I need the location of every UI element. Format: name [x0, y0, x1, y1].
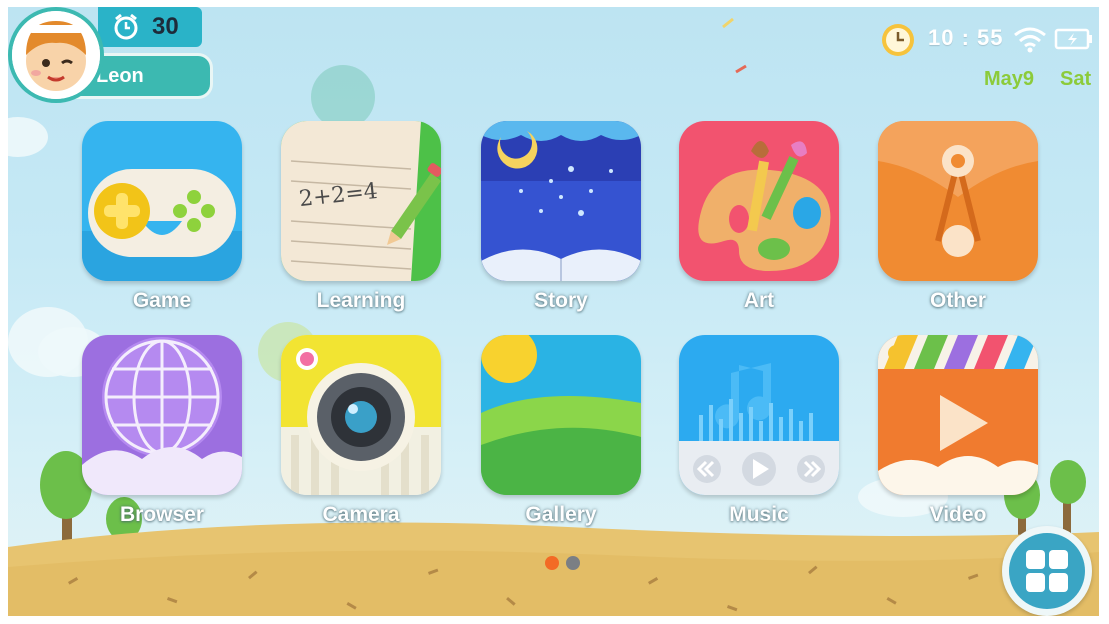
- storybook-icon: [481, 121, 641, 281]
- app-label: Story: [534, 289, 588, 312]
- app-game[interactable]: Game: [82, 121, 242, 321]
- clock-icon: [882, 24, 914, 56]
- app-label: Art: [743, 289, 775, 312]
- camera-app-icon[interactable]: [281, 335, 441, 495]
- battery-charging-icon: [1054, 28, 1092, 50]
- user-avatar[interactable]: [12, 11, 100, 99]
- app-other[interactable]: Other: [878, 121, 1038, 321]
- gallery-app-icon[interactable]: [481, 335, 641, 495]
- envelope-icon: [878, 121, 1038, 281]
- globe-icon: [82, 335, 242, 495]
- status-time: 10 : 55: [928, 25, 1004, 50]
- status-date: May9: [984, 68, 1035, 90]
- learning-app-icon[interactable]: 2+2=4: [281, 121, 441, 281]
- art-app-icon[interactable]: [679, 121, 839, 281]
- clapperboard-icon: [878, 335, 1038, 495]
- app-label: Learning: [316, 289, 406, 312]
- landscape-picture-icon: [481, 335, 641, 495]
- home-screen: 30 Leon 10 : 55 May9 Sat Game 2+2=4 Lear…: [8, 7, 1099, 616]
- child-avatar-icon: [12, 11, 100, 99]
- app-music[interactable]: Music: [679, 335, 839, 535]
- alarm-clock-icon: [114, 13, 138, 40]
- music-player-icon: [679, 335, 839, 495]
- screenshot-frame: 30 Leon 10 : 55 May9 Sat Game 2+2=4 Lear…: [0, 0, 1109, 624]
- status-day: Sat: [1060, 68, 1092, 90]
- video-app-icon[interactable]: [878, 335, 1038, 495]
- browser-app-icon[interactable]: [82, 335, 242, 495]
- wifi-icon: [1014, 27, 1046, 53]
- app-label: Game: [132, 289, 192, 312]
- app-label: Camera: [322, 503, 400, 526]
- story-app-icon[interactable]: [481, 121, 641, 281]
- app-gallery[interactable]: Gallery: [481, 335, 641, 535]
- app-label: Other: [929, 289, 986, 312]
- camera-icon: [281, 335, 441, 495]
- other-app-icon[interactable]: [878, 121, 1038, 281]
- screen-time-remaining: 30: [152, 13, 179, 40]
- app-label: Music: [729, 503, 789, 526]
- app-camera[interactable]: Camera: [281, 335, 441, 535]
- page-indicator-active[interactable]: [545, 556, 559, 570]
- music-app-icon[interactable]: [679, 335, 839, 495]
- app-browser[interactable]: Browser: [82, 335, 242, 535]
- app-art[interactable]: Art: [679, 121, 839, 321]
- user-name: Leon: [96, 65, 144, 87]
- all-apps-button[interactable]: [1002, 526, 1092, 616]
- app-video[interactable]: Video: [878, 335, 1038, 535]
- app-story[interactable]: Story: [481, 121, 641, 321]
- screen-time-badge[interactable]: [98, 7, 202, 47]
- page-indicator[interactable]: [566, 556, 580, 570]
- paint-palette-icon: [679, 121, 839, 281]
- app-grid-icon: [1009, 533, 1085, 609]
- app-label: Video: [929, 503, 987, 526]
- app-label: Gallery: [525, 503, 597, 526]
- app-learning[interactable]: 2+2=4 Learning: [281, 121, 441, 321]
- game-app-icon[interactable]: [82, 121, 242, 281]
- gamepad-icon: [82, 121, 242, 281]
- app-label: Browser: [119, 503, 205, 526]
